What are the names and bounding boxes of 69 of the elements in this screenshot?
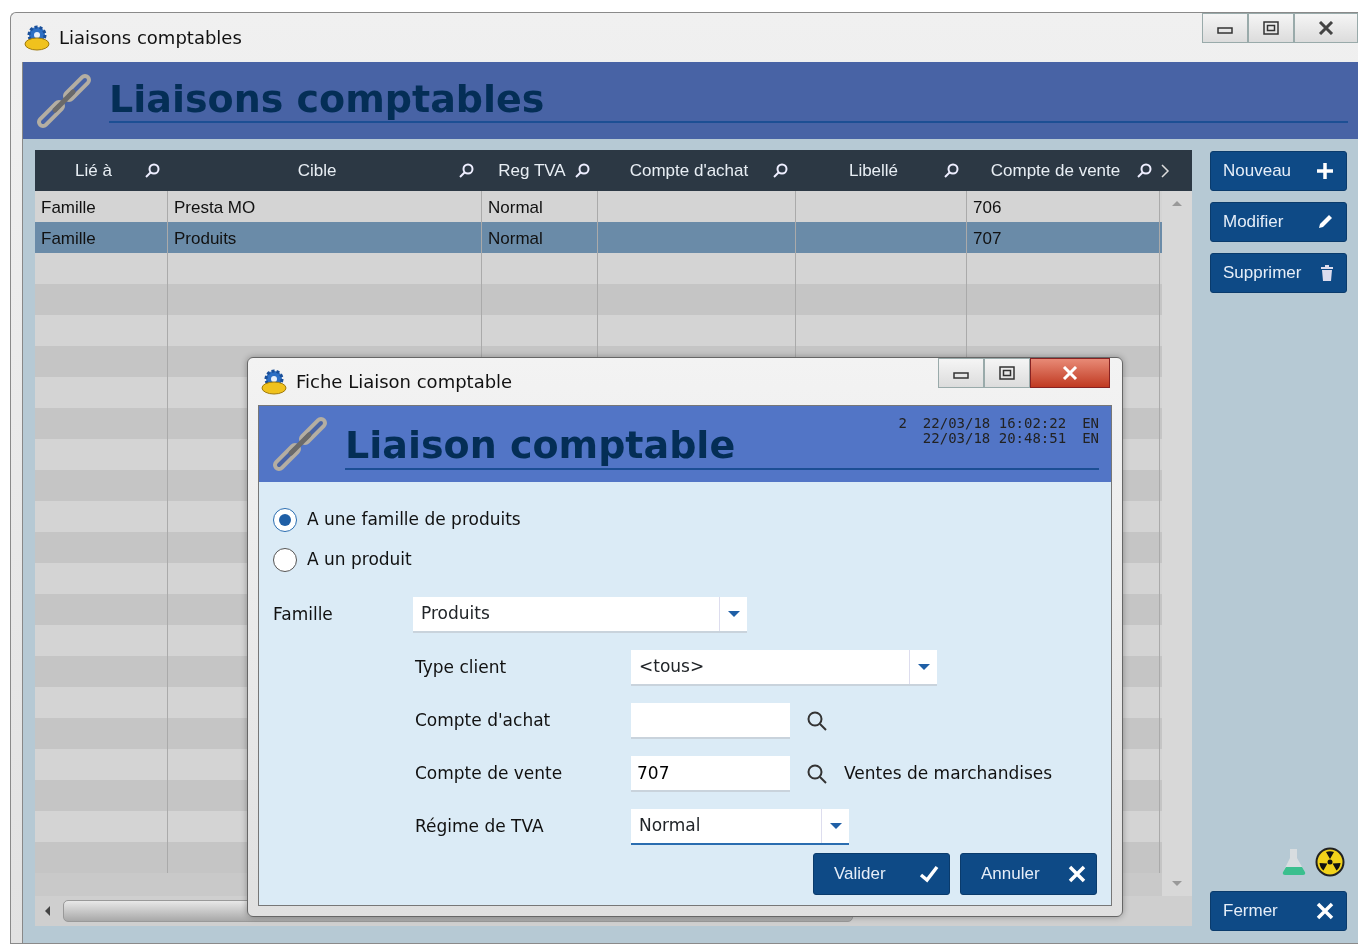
close-icon — [1316, 902, 1334, 920]
dialog-title: Fiche Liaison comptable — [296, 370, 513, 394]
search-icon[interactable] — [1136, 162, 1152, 179]
language-code: EN — [1082, 430, 1099, 446]
dropdown[interactable]: <tous> — [631, 649, 937, 686]
close-window-button[interactable] — [1294, 13, 1358, 43]
minimize-button[interactable] — [938, 358, 984, 388]
column-header[interactable]: Lié à — [43, 157, 144, 184]
dropdown[interactable]: Produits — [413, 596, 747, 633]
timestamp: 22/03/18 16:02:22 — [922, 416, 1067, 431]
close-window-button[interactable] — [1030, 358, 1110, 388]
radio-button[interactable] — [273, 548, 297, 572]
language-code: EN — [1082, 416, 1099, 431]
search-icon[interactable] — [772, 162, 788, 179]
close-icon — [1062, 366, 1078, 380]
maximize-icon — [1263, 21, 1279, 35]
column-header[interactable]: Cible — [176, 157, 458, 184]
field-label: Compte d'achat — [415, 708, 552, 732]
radio-option[interactable]: A une famille de produits — [273, 500, 521, 540]
radio-button[interactable] — [273, 508, 297, 532]
confirm-button[interactable]: Valider — [813, 853, 950, 895]
cancel-button[interactable]: Annuler — [960, 853, 1097, 895]
search-icon[interactable] — [806, 763, 828, 786]
close-icon — [1318, 21, 1334, 35]
edit-button[interactable]: Modifier — [1210, 202, 1347, 242]
column-header[interactable]: Reg TVA — [490, 157, 574, 184]
input-field[interactable] — [631, 702, 790, 739]
field-label: Régime de TVA — [415, 814, 545, 838]
caret-icon[interactable] — [726, 609, 741, 618]
field-label: Compte de vente — [415, 761, 564, 785]
page-title: Liaisons comptables — [109, 77, 1348, 124]
search-icon[interactable] — [806, 710, 828, 733]
field-label: Famille — [273, 602, 334, 626]
maximize-button[interactable] — [1248, 13, 1294, 43]
table-row[interactable]: Famille Presta MO Normal 706 — [35, 191, 1162, 222]
gear-icon — [23, 24, 51, 51]
plus-icon — [1316, 162, 1334, 180]
input-field[interactable]: 707 — [631, 755, 790, 792]
maximize-button[interactable] — [984, 358, 1030, 388]
scroll-right-icon[interactable] — [1160, 162, 1170, 179]
gear-icon — [260, 368, 288, 395]
table-row[interactable]: Famille Produits Normal 707 — [35, 222, 1162, 253]
caret-icon[interactable] — [828, 821, 843, 830]
close-button[interactable]: Fermer — [1210, 891, 1347, 931]
field-label: Type client — [415, 655, 508, 679]
search-icon[interactable] — [458, 162, 474, 179]
delete-button[interactable]: Supprimer — [1210, 253, 1347, 293]
radiation-icon[interactable] — [1315, 847, 1345, 877]
new-button[interactable]: Nouveau — [1210, 151, 1347, 191]
column-header[interactable]: Compte d'achat — [606, 157, 772, 184]
search-icon[interactable] — [574, 162, 590, 179]
close-icon — [1068, 865, 1086, 883]
check-icon — [919, 865, 939, 883]
description-text: Ventes de marchandises — [844, 761, 1053, 785]
caret-icon[interactable] — [916, 662, 931, 671]
record-count: 2 — [898, 416, 907, 431]
column-header[interactable]: Compte de vente — [975, 157, 1136, 184]
scroll-left-icon[interactable] — [43, 905, 51, 917]
search-icon[interactable] — [144, 162, 160, 179]
minimize-button[interactable] — [1202, 13, 1248, 43]
timestamp: 22/03/18 20:48:51 — [922, 430, 1067, 446]
pencil-icon — [1316, 213, 1334, 231]
window-title: Liaisons comptables — [59, 26, 242, 50]
radio-option[interactable]: A un produit — [273, 540, 412, 580]
maximize-icon — [999, 366, 1015, 380]
column-header[interactable]: Libellé — [804, 157, 943, 184]
trash-icon — [1320, 264, 1334, 282]
search-icon[interactable] — [943, 162, 959, 179]
dropdown[interactable]: Normal — [631, 808, 849, 845]
